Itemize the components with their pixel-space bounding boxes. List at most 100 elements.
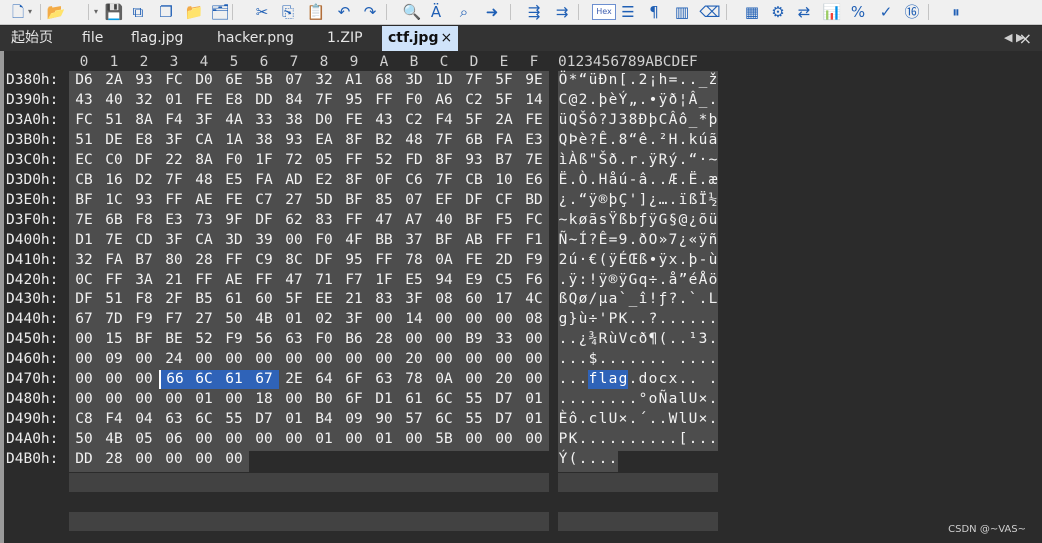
undo-icon[interactable]: ↶ [334,2,354,22]
find-in-files-icon[interactable]: ⌕ [454,2,474,22]
hex-byte[interactable]: 94 [429,271,459,290]
hex-byte[interactable]: E9 [459,271,489,290]
hex-mode-icon[interactable]: Hex [592,4,616,20]
hex-byte[interactable]: 28 [189,251,219,270]
hex-byte[interactable]: 9F [219,211,249,230]
hex-byte[interactable]: 78 [399,251,429,270]
ascii-row[interactable]: C@2.þèÝ„.•ÿð¦Â_. [558,91,718,110]
hex-byte[interactable]: 60 [249,290,279,309]
hex-byte[interactable]: B4 [309,410,339,429]
hex-byte[interactable]: 28 [369,330,399,349]
hex-byte[interactable]: E8 [129,131,159,150]
hex-byte[interactable]: 63 [279,330,309,349]
hex-byte[interactable]: CF [489,191,519,210]
hex-byte[interactable]: A7 [399,211,429,230]
hex-byte[interactable]: 7F [159,171,189,190]
hex-byte[interactable]: 00 [99,390,129,409]
hex-byte[interactable]: F9 [219,330,249,349]
hex-byte[interactable]: 4A [219,111,249,130]
hex-byte[interactable]: C7 [249,191,279,210]
hex-byte[interactable]: 6E [219,71,249,90]
hex-byte[interactable]: 14 [399,310,429,329]
hex-byte[interactable]: 00 [279,350,309,369]
hex-byte[interactable]: 5F [489,71,519,90]
hex-byte[interactable]: 20 [489,370,519,389]
hex-byte[interactable]: 73 [189,211,219,230]
hex-byte[interactable]: 48 [399,131,429,150]
hex-byte[interactable]: 32 [69,251,99,270]
hex-byte[interactable]: 10 [489,171,519,190]
hex-byte[interactable]: 3F [339,310,369,329]
hex-byte[interactable]: 00 [519,330,549,349]
hex-byte[interactable]: E8 [219,91,249,110]
hex-byte[interactable]: 00 [249,430,279,449]
hex-byte[interactable]: 1D [429,71,459,90]
hex-byte[interactable]: BF [459,211,489,230]
hex-byte[interactable]: BF [129,330,159,349]
hex-byte[interactable]: 7F [459,71,489,90]
hex-byte[interactable]: FE [189,91,219,110]
hex-byte[interactable]: 8A [189,151,219,170]
hex-byte[interactable]: 00 [249,350,279,369]
close-all-icon[interactable]: × [1019,29,1032,48]
hex-byte[interactable]: 00 [279,390,309,409]
columns-icon[interactable]: ▥ [672,2,692,22]
hex-byte[interactable]: FF [489,231,519,250]
hex-byte[interactable]: B6 [339,330,369,349]
hex-byte[interactable]: F0 [309,231,339,250]
hex-byte[interactable]: 8F [339,171,369,190]
hex-byte[interactable]: 2D [489,251,519,270]
hex-byte[interactable]: 37 [399,231,429,250]
hex-byte[interactable]: 00 [429,330,459,349]
hex-byte[interactable]: E3 [519,131,549,150]
format-icon[interactable]: ☰ [618,2,638,22]
ascii-row[interactable]: QÞè?Ê.8“ê.²H.kúã [558,131,718,150]
hex-byte[interactable]: 32 [309,71,339,90]
hex-byte[interactable]: AE [219,271,249,290]
hex-byte[interactable]: FF [339,151,369,170]
hex-byte[interactable]: 7E [99,231,129,250]
hex-byte[interactable]: E3 [159,211,189,230]
hex-byte[interactable]: 00 [369,310,399,329]
hex-byte[interactable]: 14 [519,91,549,110]
hex-byte[interactable]: FF [339,211,369,230]
hex-byte[interactable]: 00 [189,350,219,369]
hex-byte[interactable]: D7 [489,410,519,429]
hex-byte[interactable]: 09 [99,350,129,369]
ascii-row[interactable]: ¿.“ÿ®þÇ']¿….ïßÏ½ [558,191,718,210]
hex-byte[interactable]: FE [219,191,249,210]
hex-byte[interactable]: 00 [129,450,159,469]
hex-byte[interactable]: 62 [279,211,309,230]
hex-byte[interactable]: F4 [159,111,189,130]
hex-byte[interactable]: 93 [459,151,489,170]
hex-byte[interactable]: 00 [519,430,549,449]
hex-byte[interactable]: EF [429,191,459,210]
hex-byte[interactable]: 07 [399,191,429,210]
hex-byte[interactable]: 00 [459,310,489,329]
hex-byte[interactable]: 5F [459,111,489,130]
hex-byte[interactable]: C8 [69,410,99,429]
hex-byte[interactable]: 83 [369,290,399,309]
hex-byte[interactable]: 3A [129,271,159,290]
hex-byte[interactable]: 05 [309,151,339,170]
hex-byte[interactable]: 40 [99,91,129,110]
hex-byte[interactable]: DE [99,131,129,150]
goto-icon[interactable]: ➜ [482,2,502,22]
hex-byte[interactable]: 0C [69,271,99,290]
hex-byte[interactable]: 43 [69,91,99,110]
hex-byte[interactable]: 01 [519,390,549,409]
hex-byte[interactable]: 80 [159,251,189,270]
hex-byte[interactable]: 00 [519,370,549,389]
hex-byte[interactable]: CA [189,131,219,150]
hex-byte[interactable]: C6 [399,171,429,190]
folder-sync-icon[interactable]: 🗂 [210,2,230,22]
ascii-row[interactable]: ...$....... .... [558,350,718,369]
hex-byte[interactable]: 04 [129,410,159,429]
hex-byte[interactable]: D6 [69,71,99,90]
hex-byte[interactable]: F1 [519,231,549,250]
hex-byte[interactable]: DF [249,211,279,230]
hex-byte[interactable]: 2A [99,71,129,90]
hex-byte[interactable]: 6B [459,131,489,150]
hex-byte[interactable]: 00 [219,450,249,469]
hex-byte[interactable]: 00 [129,350,159,369]
